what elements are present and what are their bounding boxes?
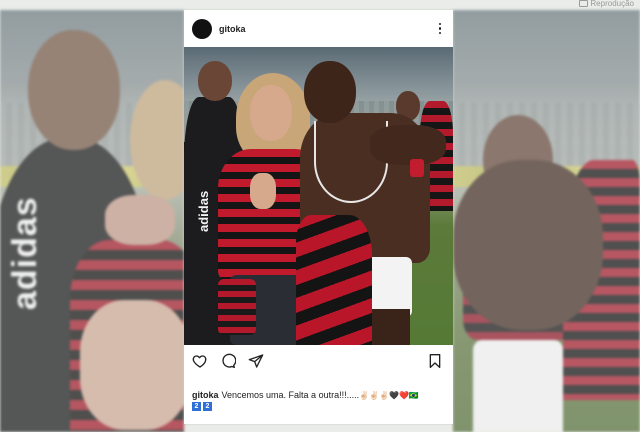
blurred-shorts — [473, 340, 563, 432]
player-head — [304, 61, 356, 123]
post-actions — [184, 345, 453, 377]
blurred-background-right — [453, 10, 640, 432]
blurred-jersey-text: adidas — [6, 196, 44, 310]
woman-face — [250, 85, 292, 141]
player-arm — [370, 125, 446, 165]
post-username[interactable]: gitoka — [219, 24, 437, 34]
blurred-background-left: adidas — [0, 10, 184, 432]
screenshot-stage: Reprodução adidas gitoka adidas gitoka V… — [0, 0, 640, 432]
share-icon[interactable] — [248, 353, 264, 369]
woman-peace-sign-hand — [250, 173, 276, 209]
photo-credit: Reprodução — [579, 0, 634, 9]
more-options-dot — [438, 22, 442, 26]
caption-emojis: ✌🏻✌🏻✌🏻🖤❤️🇧🇷 — [359, 391, 419, 400]
post-caption: gitoka Vencemos uma. Falta a outra!!!....… — [184, 377, 453, 411]
blurred-arm — [80, 300, 184, 430]
post-header: gitoka — [184, 10, 453, 47]
bookmark-icon[interactable] — [427, 353, 443, 369]
more-options-dot — [438, 27, 442, 30]
security-person-head — [198, 61, 232, 101]
heart-icon[interactable] — [192, 353, 208, 369]
comment-icon[interactable] — [220, 353, 236, 369]
woman-bag — [218, 279, 256, 335]
number-badge: 2 — [203, 402, 212, 411]
club-flag — [296, 215, 372, 345]
camera-icon — [579, 0, 589, 8]
jersey-text: adidas — [196, 190, 211, 232]
caption-badges: 2 2 — [192, 402, 445, 411]
more-options-dot — [438, 31, 442, 35]
post-photo[interactable]: adidas — [184, 47, 453, 345]
blurred-hand — [105, 195, 175, 245]
blurred-person-head — [28, 30, 120, 150]
number-badge: 2 — [192, 402, 201, 411]
more-options-icon[interactable] — [437, 22, 443, 35]
photo-credit-label: Reprodução — [590, 0, 634, 8]
caption-username[interactable]: gitoka — [192, 390, 219, 400]
player-wristband — [410, 159, 424, 177]
caption-line: gitoka Vencemos uma. Falta a outra!!!....… — [192, 390, 445, 401]
blurred-arm — [453, 160, 603, 330]
avatar[interactable] — [192, 18, 212, 39]
instagram-post: gitoka adidas gitoka Vencemos uma. Falta… — [184, 10, 453, 424]
caption-text: Vencemos uma. Falta a outra!!!..... — [221, 390, 360, 400]
